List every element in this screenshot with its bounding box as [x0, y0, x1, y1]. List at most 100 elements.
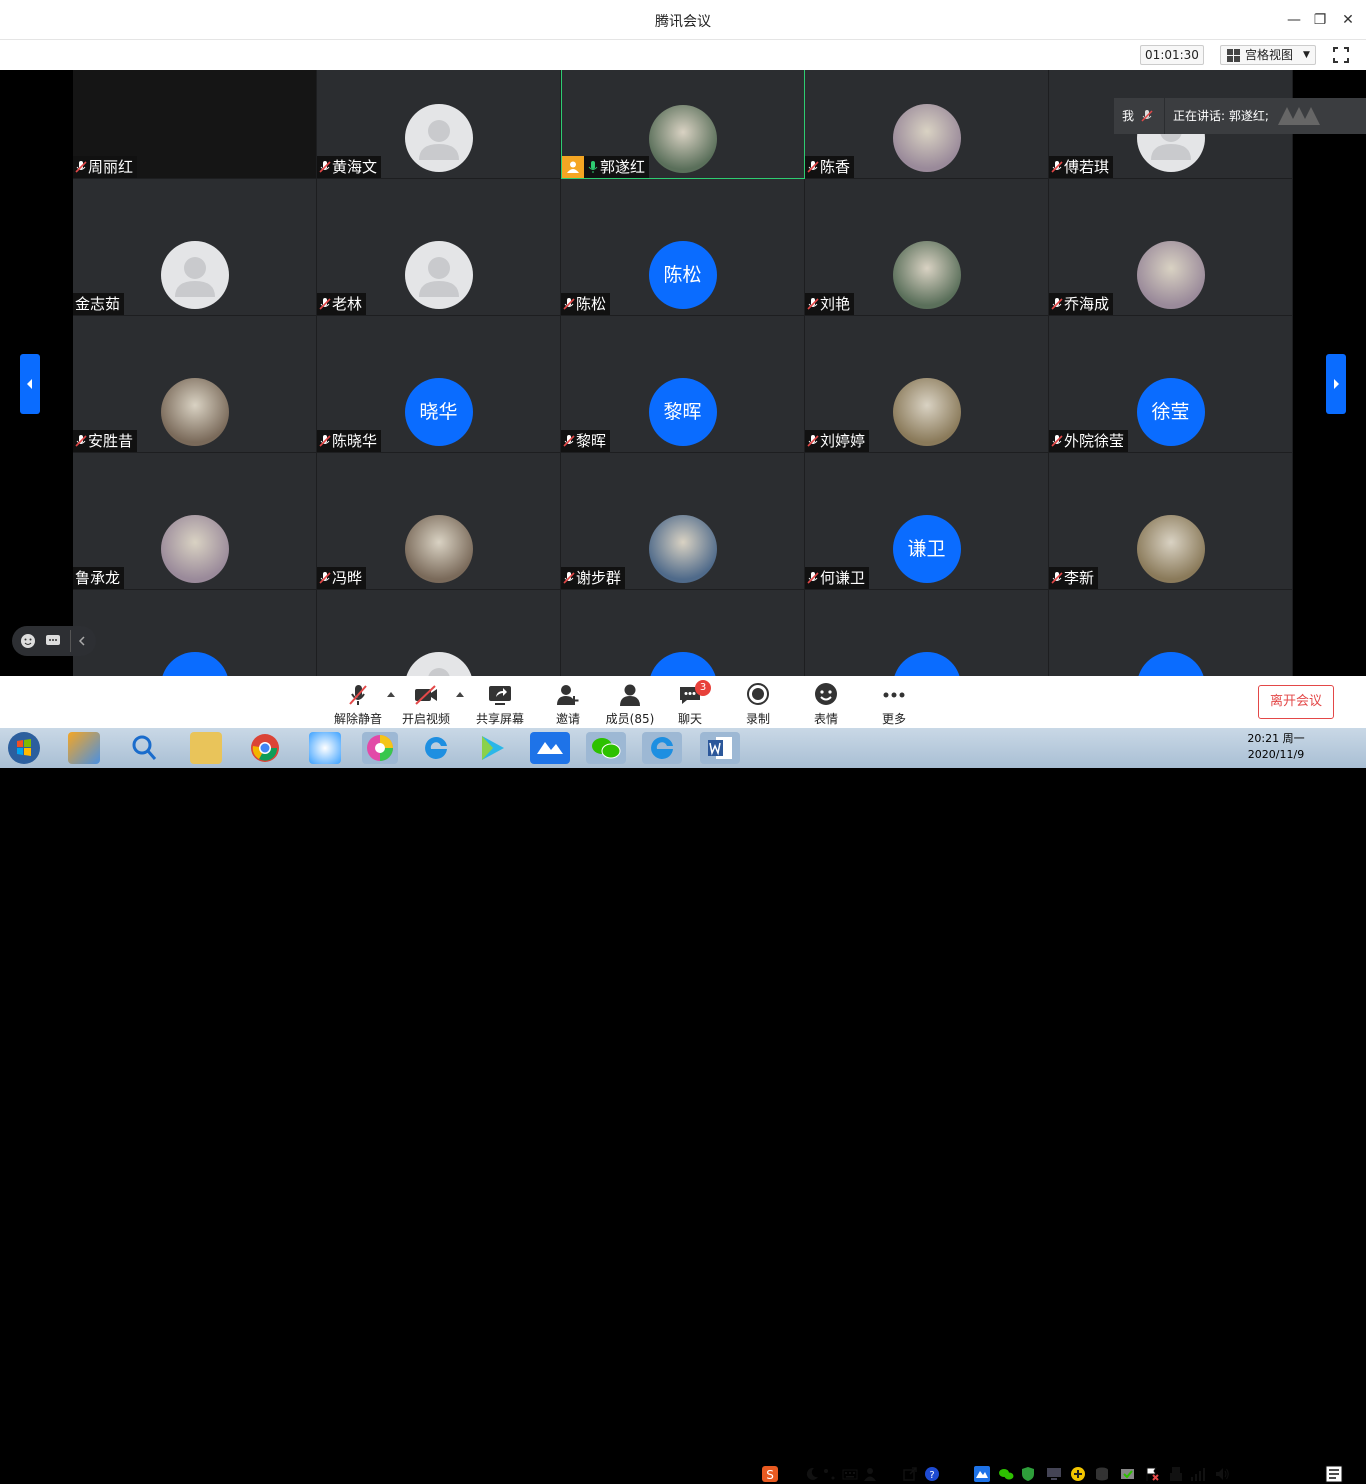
- speaking-indicator: 我 正在讲话: 郭遂红;: [1114, 98, 1366, 134]
- participant-tile[interactable]: 周丽红: [73, 70, 317, 179]
- participant-tile[interactable]: 月香: [73, 590, 317, 676]
- participant-tile[interactable]: 刘婷婷: [805, 316, 1049, 453]
- participant-tile[interactable]: 郭遂红: [561, 70, 805, 179]
- participant-tile[interactable]: 陈松 陈松: [561, 179, 805, 316]
- external-link-icon[interactable]: [902, 1466, 918, 1482]
- mic-muted-icon: [319, 572, 331, 584]
- wechat-tray-icon[interactable]: [998, 1466, 1014, 1482]
- smiley-icon: [815, 683, 837, 705]
- minimize-button[interactable]: —: [1284, 10, 1304, 30]
- action-center-icon[interactable]: [1324, 1464, 1344, 1484]
- search-icon[interactable]: [128, 732, 160, 764]
- emoji-icon[interactable]: [20, 633, 36, 649]
- participant-name-tag: 李新: [1049, 567, 1099, 589]
- participant-name-tag: 陈松: [561, 293, 611, 315]
- tencent-meeting-taskbar-icon[interactable]: [530, 732, 570, 764]
- taskbar-clock[interactable]: 20:21 周一 2020/11/9: [1238, 731, 1314, 763]
- participant-tile[interactable]: 谦卫 何谦卫: [805, 453, 1049, 590]
- invite-button[interactable]: 邀请: [533, 682, 603, 727]
- punctuation-icon[interactable]: [822, 1466, 838, 1482]
- participant-tile[interactable]: 黄海文: [317, 70, 561, 179]
- participant-tile[interactable]: 金志茹: [73, 179, 317, 316]
- participant-tile[interactable]: 冯晔: [317, 453, 561, 590]
- internet-explorer-icon: [651, 736, 673, 759]
- chat-bubble-icon[interactable]: [45, 633, 61, 649]
- restore-button[interactable]: ❐: [1310, 10, 1330, 30]
- wechat-taskbar-icon[interactable]: [586, 732, 626, 764]
- app-photos-icon[interactable]: [68, 732, 100, 764]
- participant-tile[interactable]: 徐莹 外院徐莹: [1049, 316, 1293, 453]
- database-icon[interactable]: [1094, 1466, 1110, 1482]
- default-avatar-icon: [404, 241, 473, 309]
- security-tray-icon[interactable]: [1020, 1466, 1036, 1482]
- participant-tile[interactable]: 陈香: [805, 70, 1049, 179]
- media-player-icon[interactable]: [476, 732, 508, 764]
- participant-tile[interactable]: 谢步群: [561, 453, 805, 590]
- keyboard-icon[interactable]: [842, 1466, 858, 1482]
- reactions-button[interactable]: 表情: [791, 682, 861, 727]
- flag-alert-icon[interactable]: [1144, 1466, 1160, 1482]
- ie-taskbar-icon[interactable]: [642, 732, 682, 764]
- participant-tile[interactable]: 鲁承龙: [73, 453, 317, 590]
- participant-tile[interactable]: 晓华 陈晓华: [317, 316, 561, 453]
- baidu-netdisk-icon[interactable]: [309, 732, 341, 764]
- participant-tile[interactable]: 韩华: [561, 590, 805, 676]
- moon-icon[interactable]: [804, 1466, 820, 1482]
- user-icon[interactable]: [862, 1466, 878, 1482]
- leave-meeting-button[interactable]: 离开会议: [1258, 685, 1334, 719]
- share-screen-button[interactable]: 共享屏幕: [465, 682, 535, 727]
- unmute-button[interactable]: 解除静音: [323, 682, 393, 727]
- members-icon: [620, 684, 640, 706]
- taskbar: S 中 ?: [0, 728, 1366, 1484]
- record-button[interactable]: 录制: [723, 682, 793, 727]
- participant-name: 黄海文: [332, 158, 378, 176]
- help-icon[interactable]: ?: [924, 1466, 940, 1482]
- photo-avatar: [160, 378, 229, 446]
- video-options-caret-icon[interactable]: [455, 690, 465, 698]
- internet-explorer-icon[interactable]: [420, 732, 452, 764]
- close-button[interactable]: ✕: [1338, 10, 1358, 30]
- participant-name-tag: 金志茹: [73, 293, 125, 315]
- participant-name: 鲁承龙: [75, 569, 121, 587]
- usb-icon[interactable]: [1168, 1466, 1184, 1482]
- chrome-icon[interactable]: [249, 732, 281, 764]
- side-tools: [12, 626, 96, 656]
- participant-name-tag: 刘艳: [805, 293, 855, 315]
- mic-muted-icon: [563, 572, 575, 584]
- participant-tile[interactable]: 乔海成: [1049, 179, 1293, 316]
- participant-tile[interactable]: [317, 590, 561, 676]
- file-explorer-icon[interactable]: [190, 732, 222, 764]
- fullscreen-icon[interactable]: [1332, 46, 1350, 64]
- chat-button[interactable]: 聊天 3: [655, 680, 725, 727]
- start-video-button[interactable]: 开启视频: [391, 682, 461, 727]
- participant-name-tag: 郭遂红: [562, 156, 650, 178]
- participant-tile[interactable]: 如蓉: [1049, 590, 1293, 676]
- mic-muted-icon: [807, 435, 819, 447]
- next-page-button[interactable]: [1326, 354, 1346, 414]
- taskbar-item-active[interactable]: [362, 732, 398, 764]
- start-button-icon[interactable]: [4, 730, 44, 766]
- participant-tile[interactable]: 老林: [317, 179, 561, 316]
- participant-name-tag: 傅若琪: [1049, 156, 1114, 178]
- sogou-ime-icon[interactable]: S: [762, 1466, 778, 1482]
- ime-mode-label[interactable]: 中: [784, 1465, 797, 1484]
- participant-tile[interactable]: 李新: [1049, 453, 1293, 590]
- view-mode-button[interactable]: 宫格视图 ▼: [1220, 45, 1316, 65]
- check-device-icon[interactable]: [1120, 1466, 1136, 1482]
- more-dots-icon: [883, 692, 905, 698]
- collapse-icon[interactable]: [75, 634, 89, 648]
- participant-tile[interactable]: 黎晖 黎晖: [561, 316, 805, 453]
- participant-tile[interactable]: 安胜昔: [73, 316, 317, 453]
- participant-tile[interactable]: 洁雯: [805, 590, 1049, 676]
- participant-name: 李新: [1064, 569, 1095, 587]
- tencent-meeting-tray-icon[interactable]: [974, 1466, 990, 1482]
- network-signal-icon[interactable]: [1190, 1466, 1206, 1482]
- monitor-icon[interactable]: [1046, 1466, 1062, 1482]
- more-button[interactable]: 更多: [859, 682, 929, 727]
- participant-tile[interactable]: 刘艳: [805, 179, 1049, 316]
- word-taskbar-icon[interactable]: [700, 732, 740, 764]
- plus-badge-icon[interactable]: [1070, 1466, 1086, 1482]
- volume-icon[interactable]: [1214, 1466, 1230, 1482]
- prev-page-button[interactable]: [20, 354, 40, 414]
- invite-label: 邀请: [555, 712, 580, 726]
